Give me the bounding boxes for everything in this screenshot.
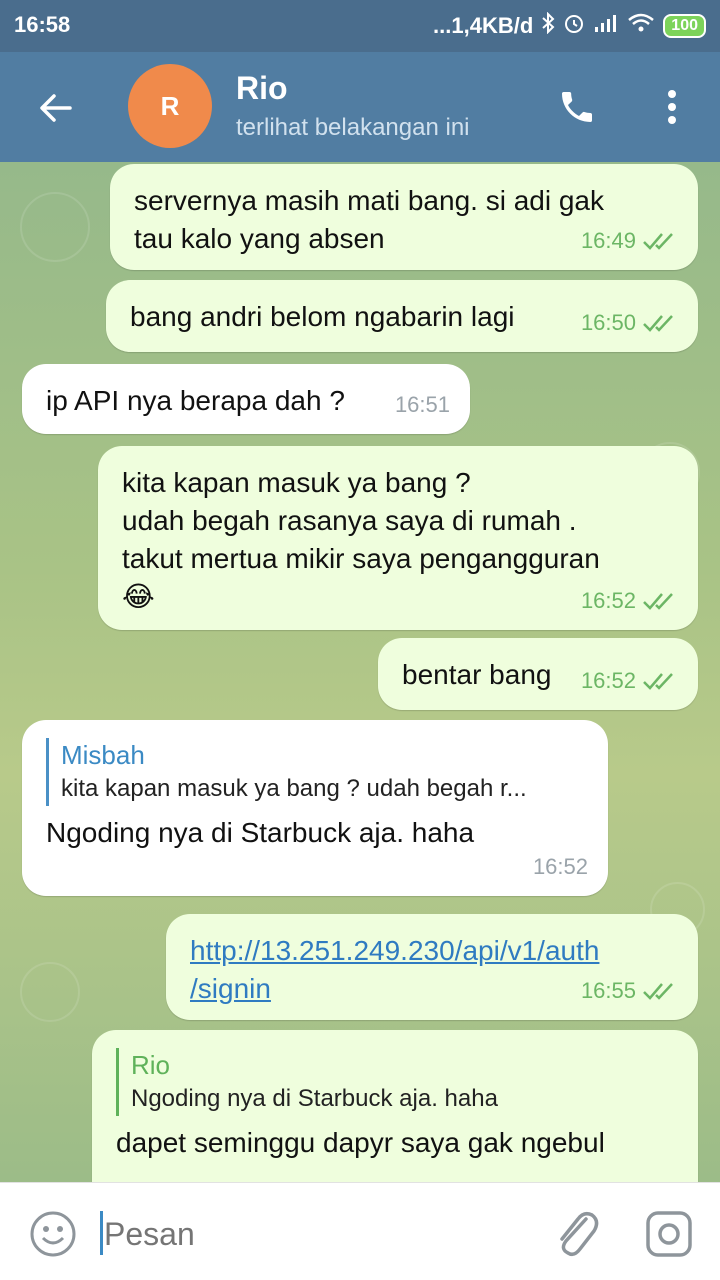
reply-text: kita kapan masuk ya bang ? udah begah r.… xyxy=(61,775,527,802)
status-bar: 16:58 ...1,4KB/d 100 xyxy=(0,0,720,52)
message-bubble-outgoing[interactable]: http://13.251.249.230/api/v1/auth /signi… xyxy=(166,914,698,1020)
chat-area[interactable]: servernya masih mati bang. si adi gak ta… xyxy=(0,162,720,1182)
message-bubble-outgoing[interactable]: bentar bang 16:52 xyxy=(378,638,698,710)
message-bubble-outgoing[interactable]: bang andri belom ngabarin lagi 16:50 xyxy=(106,280,698,352)
reply-author: Misbah xyxy=(61,740,145,770)
message-text: servernya masih mati bang. si adi gak xyxy=(134,185,604,216)
message-bubble-outgoing[interactable]: kita kapan masuk ya bang ? udah begah ra… xyxy=(98,446,698,630)
message-meta: 16:55 xyxy=(581,972,678,1010)
message-text: Ngoding nya di Starbuck aja. haha xyxy=(46,817,475,848)
message-time: 16:55 xyxy=(580,978,636,1003)
wallpaper-doodle xyxy=(20,962,80,1022)
wallpaper-doodle xyxy=(20,192,90,262)
message-text: takut mertua mikir saya pengangguran xyxy=(122,543,600,574)
message-meta: 16:52 xyxy=(581,662,678,700)
message-text: ip API nya berapa dah ? xyxy=(46,385,345,416)
message-time: 16:52 xyxy=(580,588,636,613)
message-meta: 16:52 xyxy=(581,582,678,620)
message-bubble-incoming[interactable]: ip API nya berapa dah ? 16:51 xyxy=(22,364,470,434)
alarm-icon xyxy=(563,12,585,40)
contact-status: terlihat belakangan ini xyxy=(236,114,470,141)
reply-quote[interactable]: Rio Ngoding nya di Starbuck aja. haha xyxy=(116,1048,674,1116)
double-check-icon xyxy=(643,983,673,1000)
message-input[interactable] xyxy=(104,1209,524,1259)
reply-quote[interactable]: Misbah kita kapan masuk ya bang ? udah b… xyxy=(46,738,584,806)
message-time: 16:49 xyxy=(580,228,636,253)
phone-icon xyxy=(562,92,592,122)
back-button[interactable] xyxy=(28,80,84,136)
contact-name[interactable]: Rio xyxy=(236,70,288,107)
chat-header: R Rio terlihat belakangan ini xyxy=(0,52,720,162)
message-time: 16:52 xyxy=(532,854,588,879)
message-meta: 16:52 xyxy=(533,848,588,886)
status-time: 16:58 xyxy=(14,12,71,37)
message-text: kita kapan masuk ya bang ? xyxy=(122,467,471,498)
smiley-icon xyxy=(30,1211,76,1257)
double-check-icon xyxy=(643,593,673,610)
more-menu-button[interactable] xyxy=(650,82,694,132)
text-cursor xyxy=(100,1211,103,1255)
message-time: 16:50 xyxy=(580,310,636,335)
double-check-icon xyxy=(643,673,673,690)
reply-author: Rio xyxy=(131,1050,171,1080)
more-vertical-icon xyxy=(668,90,676,124)
bluetooth-icon xyxy=(541,11,555,40)
battery-icon: 100 xyxy=(663,14,706,38)
avatar[interactable]: R xyxy=(128,64,212,148)
paperclip-icon xyxy=(560,1211,599,1257)
message-text: udah begah rasanya saya di rumah . xyxy=(122,505,577,536)
camera-icon xyxy=(646,1211,692,1257)
message-meta: 16:50 xyxy=(581,304,678,342)
network-speed: ...1,4KB/d xyxy=(433,13,534,38)
double-check-icon xyxy=(643,315,673,332)
status-icons: ...1,4KB/d 100 xyxy=(433,11,706,40)
camera-button[interactable] xyxy=(644,1209,694,1259)
message-time: 16:52 xyxy=(580,668,636,693)
signal-icon xyxy=(593,13,619,39)
message-link[interactable]: http://13.251.249.230/api/v1/auth xyxy=(190,932,674,970)
call-button[interactable] xyxy=(552,82,602,132)
message-bubble-outgoing[interactable]: Rio Ngoding nya di Starbuck aja. haha da… xyxy=(92,1030,698,1182)
message-meta: 16:49 xyxy=(581,222,678,260)
message-time: 16:51 xyxy=(394,392,450,417)
back-arrow-icon xyxy=(40,94,72,122)
wifi-icon xyxy=(627,13,655,39)
double-check-icon xyxy=(643,233,673,250)
reply-text: Ngoding nya di Starbuck aja. haha xyxy=(131,1085,498,1112)
message-input-bar xyxy=(0,1182,720,1280)
emoji-button[interactable] xyxy=(28,1209,78,1259)
attach-button[interactable] xyxy=(552,1205,602,1261)
message-bubble-outgoing[interactable]: servernya masih mati bang. si adi gak ta… xyxy=(110,164,698,270)
message-text: dapet seminggu dapyr saya gak ngebul xyxy=(116,1127,605,1158)
message-meta: 16:51 xyxy=(395,386,450,424)
message-bubble-incoming[interactable]: Misbah kita kapan masuk ya bang ? udah b… xyxy=(22,720,608,896)
